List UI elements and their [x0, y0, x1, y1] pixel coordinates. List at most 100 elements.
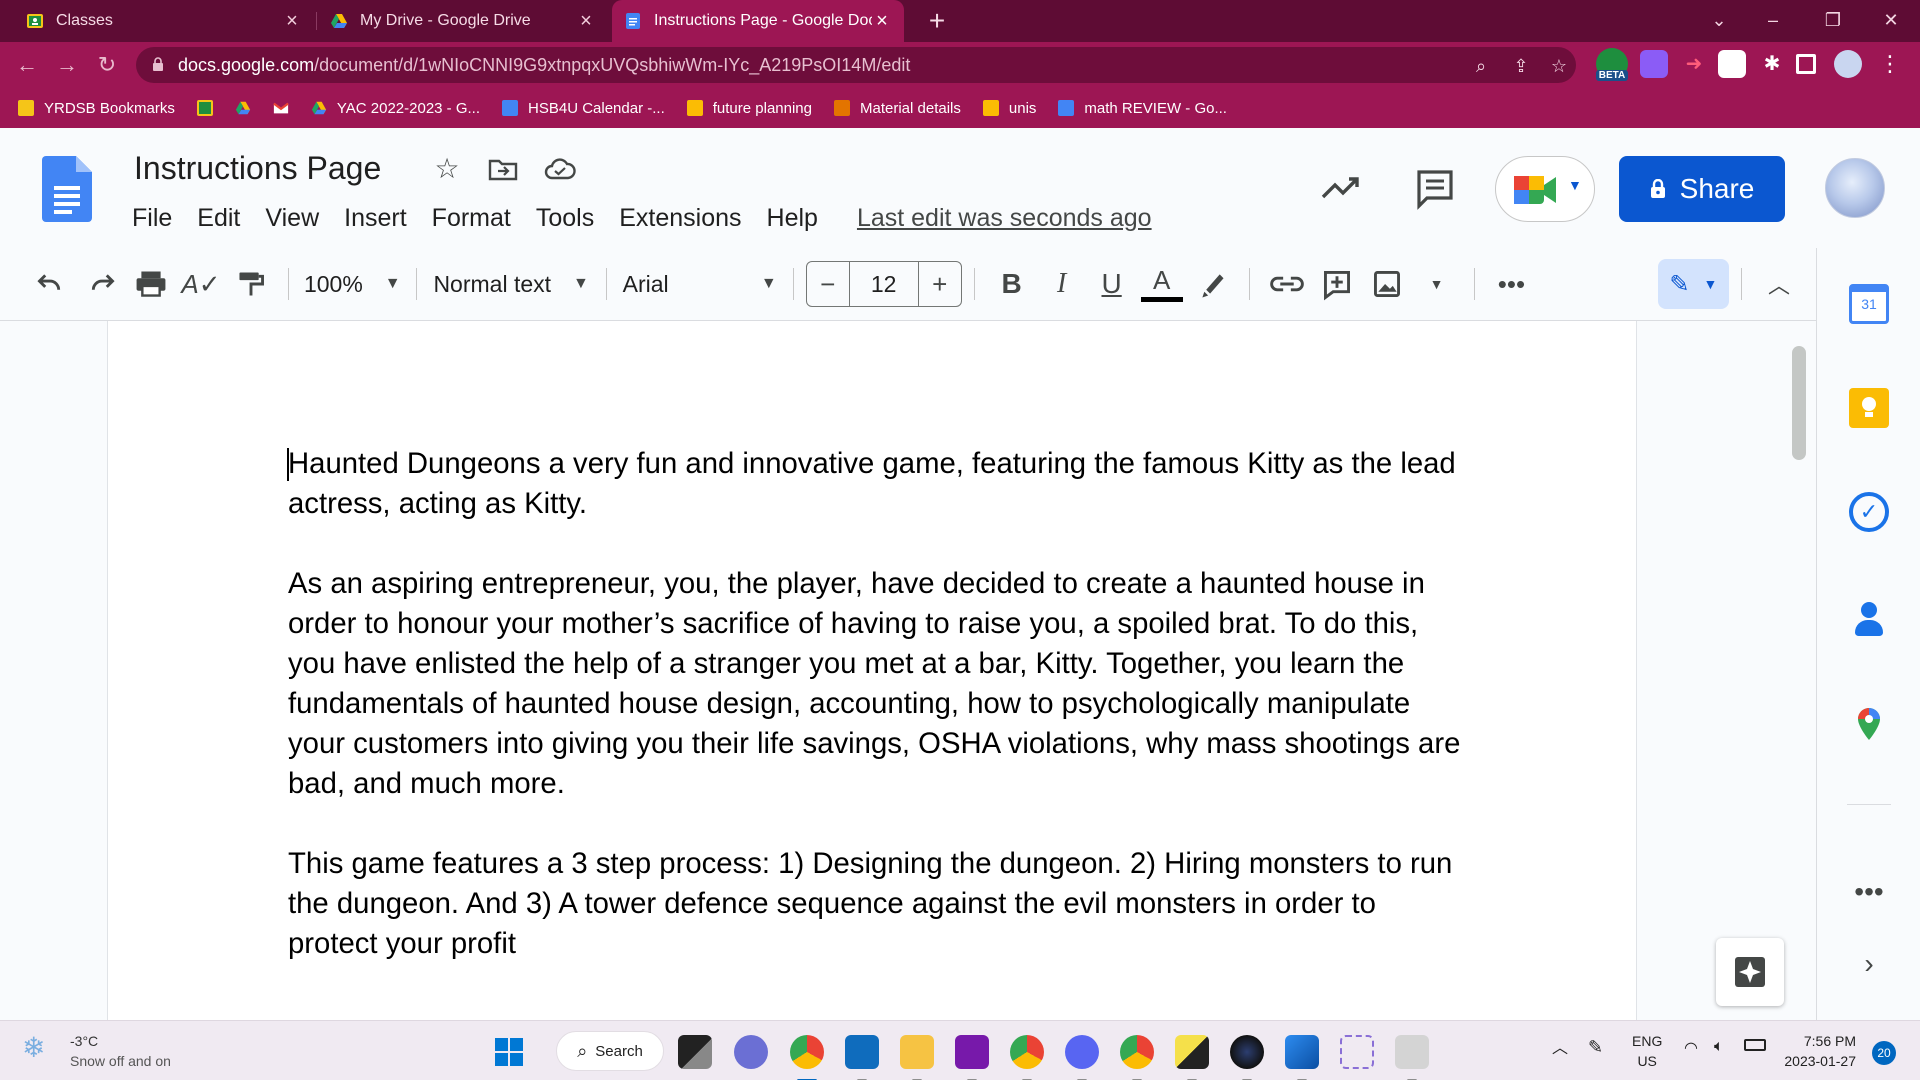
chevron-right-icon[interactable]: › — [1849, 948, 1889, 980]
store-icon[interactable] — [845, 1035, 879, 1080]
wifi-icon[interactable]: ◠ — [1684, 1039, 1698, 1059]
close-window-button[interactable]: ✕ — [1866, 0, 1916, 42]
restore-button[interactable]: ❐ — [1808, 0, 1858, 42]
insert-image-icon[interactable] — [1362, 256, 1412, 312]
chrome-profile-icon[interactable] — [1010, 1035, 1044, 1080]
photos-icon[interactable] — [1285, 1035, 1319, 1080]
menu-edit[interactable]: Edit — [197, 204, 240, 233]
bookmark-unis[interactable]: unis — [982, 100, 1036, 117]
editing-mode-button[interactable]: ✎ ▼ — [1657, 259, 1730, 309]
kebab-menu-icon[interactable]: ⋮ — [1876, 50, 1904, 78]
spellcheck-icon[interactable]: A✓ — [176, 256, 226, 312]
tasks-icon[interactable]: ✓ — [1849, 492, 1889, 532]
onenote-icon[interactable] — [955, 1035, 989, 1080]
insert-link-icon[interactable] — [1262, 256, 1312, 312]
close-tab-icon[interactable]: × — [282, 10, 302, 33]
share-page-icon[interactable]: ⇪ — [1510, 55, 1532, 77]
new-tab-button[interactable]: + — [920, 4, 954, 38]
bookmark-yac[interactable]: YAC 2022-2023 - G... — [311, 100, 480, 117]
chrome-alt-icon[interactable] — [1120, 1035, 1154, 1080]
paragraph[interactable]: As an aspiring entrepreneur, you, the pl… — [288, 564, 1468, 804]
chevron-up-icon[interactable]: ︿ — [1552, 1039, 1568, 1059]
activity-trend-icon[interactable] — [1317, 164, 1365, 212]
windows-start-icon[interactable] — [492, 1035, 526, 1069]
sticky-notes-icon[interactable] — [1175, 1035, 1209, 1080]
font-family-select[interactable]: Arial ▼ — [619, 256, 781, 312]
bookmark-star-icon[interactable]: ☆ — [1548, 55, 1570, 77]
lock-icon[interactable] — [152, 57, 164, 71]
menu-extensions[interactable]: Extensions — [619, 204, 741, 233]
forward-button[interactable]: → — [50, 48, 84, 82]
notification-badge[interactable]: 20 — [1872, 1041, 1896, 1065]
more-addons-icon[interactable]: ••• — [1849, 876, 1889, 908]
bookmark-classroom[interactable] — [196, 100, 213, 116]
pen-icon[interactable]: ✎ — [1588, 1037, 1603, 1057]
document-page[interactable]: Haunted Dungeons a very fun and innovati… — [107, 321, 1637, 1020]
calendar-icon[interactable]: 31 — [1849, 284, 1889, 324]
highlight-pen-icon[interactable] — [1187, 256, 1237, 312]
zoom-icon[interactable]: ⌕ — [1470, 55, 1492, 77]
menu-file[interactable]: File — [132, 204, 172, 233]
comment-history-icon[interactable] — [1411, 164, 1459, 212]
share-button[interactable]: Share — [1619, 156, 1785, 222]
file-explorer-icon[interactable] — [900, 1035, 934, 1080]
bookmark-gmail[interactable] — [273, 100, 289, 116]
weather-widget[interactable]: ❄ -3°C Snow off and on — [22, 1031, 171, 1071]
redo-icon[interactable] — [76, 256, 126, 312]
hide-menus-chevron-icon[interactable]: ︿ — [1754, 256, 1804, 312]
more-options-icon[interactable]: ••• — [1486, 256, 1536, 312]
bookmark-hsb4u[interactable]: HSB4U Calendar -... — [502, 100, 665, 117]
menu-tools[interactable]: Tools — [536, 204, 594, 233]
meet-button[interactable]: ▼ — [1495, 156, 1595, 222]
tab-search-button[interactable]: ⌄ — [1694, 0, 1744, 42]
print-icon[interactable] — [126, 256, 176, 312]
back-button[interactable]: ← — [10, 48, 44, 82]
paragraph-style-select[interactable]: Normal text ▼ — [429, 256, 594, 312]
bookmark-yrdsb[interactable]: YRDSB Bookmarks — [18, 100, 175, 117]
caret-down-icon[interactable]: ▼ — [1412, 256, 1462, 312]
menu-view[interactable]: View — [265, 204, 319, 233]
teams-chat-icon[interactable] — [734, 1035, 768, 1069]
close-tab-icon[interactable]: × — [872, 10, 892, 33]
extension-vm-icon[interactable] — [1718, 50, 1746, 78]
extension-arrow-icon[interactable]: ➜ — [1680, 50, 1708, 78]
profile-avatar[interactable] — [1834, 50, 1862, 78]
puzzle-icon[interactable]: ✱ — [1758, 50, 1786, 78]
tab-instructions-page[interactable]: Instructions Page - Google Docs × — [612, 0, 904, 42]
italic-icon[interactable]: I — [1037, 256, 1087, 312]
add-comment-icon[interactable] — [1312, 256, 1362, 312]
explore-button[interactable] — [1716, 938, 1784, 1006]
tab-my-drive[interactable]: My Drive - Google Drive × — [318, 0, 608, 42]
cloud-saved-icon[interactable] — [543, 152, 577, 186]
star-icon[interactable]: ☆ — [430, 152, 464, 186]
taskbar-search[interactable]: ⌕ Search — [556, 1031, 664, 1071]
extension-tw-icon[interactable] — [1640, 50, 1668, 78]
maps-icon[interactable] — [1849, 704, 1889, 744]
side-panel-icon[interactable] — [1796, 54, 1816, 74]
language-indicator[interactable]: ENG US — [1632, 1031, 1662, 1071]
increase-font-size-button[interactable]: + — [919, 269, 961, 300]
last-edit-link[interactable]: Last edit was seconds ago — [857, 204, 1152, 233]
eclipse-icon[interactable] — [1230, 1035, 1264, 1080]
zoom-select[interactable]: 100% ▼ — [301, 256, 404, 312]
snipping-tool-icon[interactable] — [1340, 1035, 1374, 1069]
bookmark-math-review[interactable]: math REVIEW - Go... — [1058, 100, 1227, 117]
font-size-input[interactable]: 12 — [848, 262, 919, 306]
inkscape-icon[interactable] — [1395, 1035, 1429, 1080]
chrome-icon[interactable] — [790, 1035, 824, 1080]
clock[interactable]: 7:56 PM 2023-01-27 — [1784, 1031, 1856, 1071]
account-avatar[interactable] — [1825, 158, 1885, 218]
undo-icon[interactable] — [26, 256, 76, 312]
paint-format-icon[interactable] — [226, 256, 276, 312]
bookmark-future-planning[interactable]: future planning — [686, 100, 812, 117]
keep-icon[interactable] — [1849, 388, 1889, 428]
menu-help[interactable]: Help — [767, 204, 818, 233]
document-title[interactable]: Instructions Page — [134, 150, 381, 187]
discord-icon[interactable] — [1065, 1035, 1099, 1080]
contacts-icon[interactable] — [1849, 600, 1889, 640]
close-tab-icon[interactable]: × — [576, 10, 596, 33]
decrease-font-size-button[interactable]: − — [807, 269, 849, 300]
text-color-icon[interactable]: A — [1137, 256, 1187, 312]
battery-icon[interactable] — [1744, 1039, 1766, 1051]
paragraph[interactable]: This game features a 3 step process: 1) … — [288, 844, 1468, 964]
